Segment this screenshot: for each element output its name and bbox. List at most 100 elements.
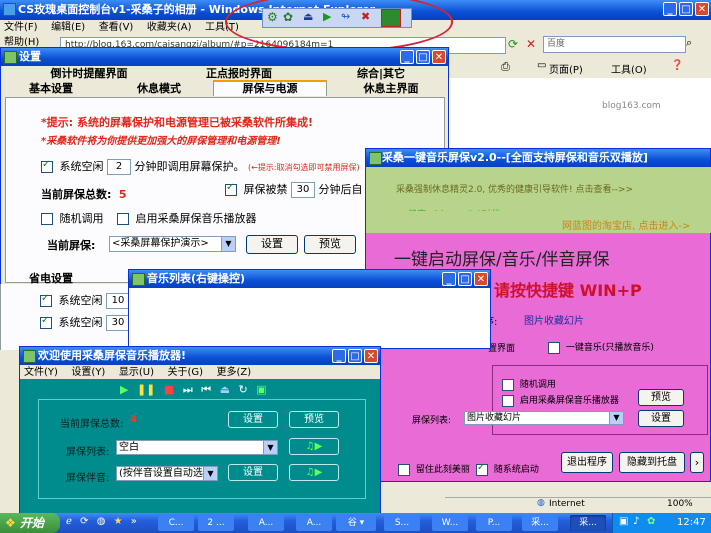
taskbar-item-10[interactable]: 采...	[570, 515, 606, 531]
power-idle2-checkbox[interactable]	[40, 315, 52, 329]
print-icon[interactable]: ⎙	[501, 60, 510, 74]
refresh-icon[interactable]: ⟳	[80, 516, 88, 527]
prev-icon[interactable]: ⏮	[201, 383, 211, 396]
player-setting-button[interactable]: 设置	[228, 411, 278, 428]
taskbar-item-6[interactable]: S...	[384, 515, 420, 531]
search-input[interactable]: 百度	[543, 36, 686, 53]
loop-icon[interactable]: ↻	[239, 383, 248, 396]
pink-preview-button[interactable]: 预览	[638, 389, 684, 406]
maximize-icon[interactable]: □	[458, 272, 472, 286]
pink-banner-strip[interactable]: 网蓝图的淘宝店, 点击进入->	[366, 211, 711, 233]
player-menu-display[interactable]: 显示(U)	[119, 366, 154, 380]
close-icon[interactable]: ✕	[695, 2, 709, 16]
start-button[interactable]: ❖ 开始	[0, 513, 60, 533]
pink-random-checkbox[interactable]	[502, 378, 514, 391]
one-key-music-checkbox[interactable]	[548, 341, 560, 354]
stop-icon[interactable]: ■	[164, 383, 174, 396]
screensaver-icon[interactable]: ▣	[256, 383, 266, 396]
taskbar-item-2[interactable]: 2 ...	[198, 515, 234, 531]
star-icon[interactable]: ★	[114, 516, 123, 527]
player-menu-more[interactable]: 更多(Z)	[217, 366, 252, 380]
settings-setting-button[interactable]: 设置	[246, 235, 298, 254]
tray-app-icon[interactable]: ✿	[647, 516, 655, 527]
player-companion-select[interactable]: (按伴音设置自动选择) ▼	[116, 466, 218, 481]
help-icon[interactable]: ❓	[671, 60, 683, 71]
pink-setting-button[interactable]: 设置	[638, 410, 684, 427]
disable-checkbox[interactable]	[225, 182, 237, 196]
minimize-icon[interactable]: _	[663, 2, 677, 16]
tab-hourly[interactable]: 正点报时界面	[179, 67, 299, 81]
ie-page-button[interactable]: 页面(P)	[549, 61, 583, 76]
zoom-level[interactable]: 100%	[667, 499, 693, 509]
player-list-play-button[interactable]: ♫▶	[289, 438, 339, 455]
minimize-icon[interactable]: _	[332, 349, 346, 363]
power-idle2-stepper[interactable]: 30	[106, 315, 130, 331]
taskbar-item-3[interactable]: A...	[248, 515, 284, 531]
taskbar-item-8[interactable]: P...	[476, 515, 512, 531]
random-checkbox[interactable]	[41, 213, 53, 225]
player-list-select[interactable]: 空白 ▼	[116, 440, 278, 455]
minimize-icon[interactable]: _	[400, 50, 414, 64]
exit-button[interactable]: 退出程序	[561, 452, 613, 473]
pause-icon[interactable]: ❚❚	[137, 383, 155, 396]
player-menu-file[interactable]: 文件(Y)	[24, 366, 58, 380]
tab-screensaver-power[interactable]: 屏保与电源	[213, 80, 327, 96]
player-menu-about[interactable]: 关于(G)	[167, 366, 203, 380]
ie-menu-favorites[interactable]: 收藏夹(A)	[147, 18, 192, 33]
maximize-icon[interactable]: □	[348, 349, 362, 363]
refresh-icon[interactable]: ⟳	[508, 37, 522, 51]
pink-list-select[interactable]: 图片收藏幻片 ▼	[464, 411, 624, 425]
eject-icon[interactable]: ⏏	[303, 10, 313, 23]
current-screensaver-select[interactable]: <采桑屏幕保护演示> ▼	[109, 236, 236, 252]
ie-tools-button[interactable]: 工具(O)	[611, 61, 647, 76]
power-idle1-stepper[interactable]: 10	[106, 293, 130, 309]
search-icon[interactable]: ⌕	[686, 36, 700, 50]
taskbar-item-4[interactable]: A...	[296, 515, 332, 531]
banner-link[interactable]: 网蓝图的淘宝店, 点击进入->	[562, 217, 690, 232]
close-icon[interactable]: ✕	[474, 272, 488, 286]
more-button[interactable]: ›	[690, 452, 704, 473]
play-mode-icon[interactable]: ↬	[341, 10, 350, 23]
tray-volume-icon[interactable]: ♪	[633, 516, 639, 527]
settings-preview-button[interactable]: 预览	[304, 235, 356, 254]
stop-icon[interactable]: ✕	[526, 37, 540, 51]
tray-network-icon[interactable]: ▣	[619, 516, 628, 527]
maximize-icon[interactable]: □	[679, 2, 693, 16]
pink-banner[interactable]: 采桑强制休息精灵2.0, 优秀的健康引导软件! 点击查看-->> 健康+10<<…	[366, 167, 711, 220]
player-companion-setting-button[interactable]: 设置	[228, 464, 278, 481]
ie-menu-view[interactable]: 查看(V)	[99, 18, 134, 33]
page-menu-icon[interactable]: ▭	[537, 60, 546, 71]
tab-rest-main[interactable]: 休息主界面	[341, 82, 441, 96]
ie-menu-file[interactable]: 文件(F)	[4, 18, 38, 33]
keep-checkbox[interactable]	[398, 463, 410, 476]
taskbar-item-5[interactable]: 谷 ▾	[336, 515, 376, 531]
power-idle1-checkbox[interactable]	[40, 293, 52, 307]
maximize-icon[interactable]: □	[416, 50, 430, 64]
eject-icon[interactable]: ⏏	[220, 383, 230, 396]
ie-menu-edit[interactable]: 编辑(E)	[51, 18, 85, 33]
globe-icon[interactable]: ◍	[97, 516, 106, 527]
chevron-right-icon[interactable]: »	[131, 516, 137, 527]
pink-music-checkbox[interactable]	[502, 394, 514, 407]
tab-basic[interactable]: 基本设置	[11, 82, 91, 96]
minimize-icon[interactable]: _	[442, 272, 456, 286]
taskbar-item-9[interactable]: 采...	[522, 515, 558, 531]
tab-countdown[interactable]: 倒计时提醒界面	[29, 67, 149, 81]
gear-icon[interactable]: ⚙	[267, 10, 278, 24]
ie-icon[interactable]: ℯ	[66, 516, 72, 527]
close-icon[interactable]: ✕	[364, 349, 378, 363]
close-icon[interactable]: ✕	[432, 50, 446, 64]
settings-icon[interactable]: ✿	[283, 10, 293, 24]
idle-checkbox[interactable]	[41, 159, 53, 173]
play-icon[interactable]: ▶	[120, 383, 128, 396]
ie-menu-help[interactable]: 帮助(H)	[4, 33, 39, 48]
music-list-body[interactable]	[132, 290, 487, 345]
idle-minutes-stepper[interactable]: 2	[107, 159, 131, 175]
tab-misc[interactable]: 综合|其它	[331, 67, 431, 81]
tab-rest-mode[interactable]: 休息模式	[119, 82, 199, 96]
taskbar-item-7[interactable]: W...	[432, 515, 468, 531]
taskbar-item-1[interactable]: C...	[158, 515, 194, 531]
startup-checkbox[interactable]	[476, 462, 488, 476]
next-icon[interactable]: ⏭	[183, 383, 193, 396]
player-companion-play-button[interactable]: ♫▶	[289, 464, 339, 481]
